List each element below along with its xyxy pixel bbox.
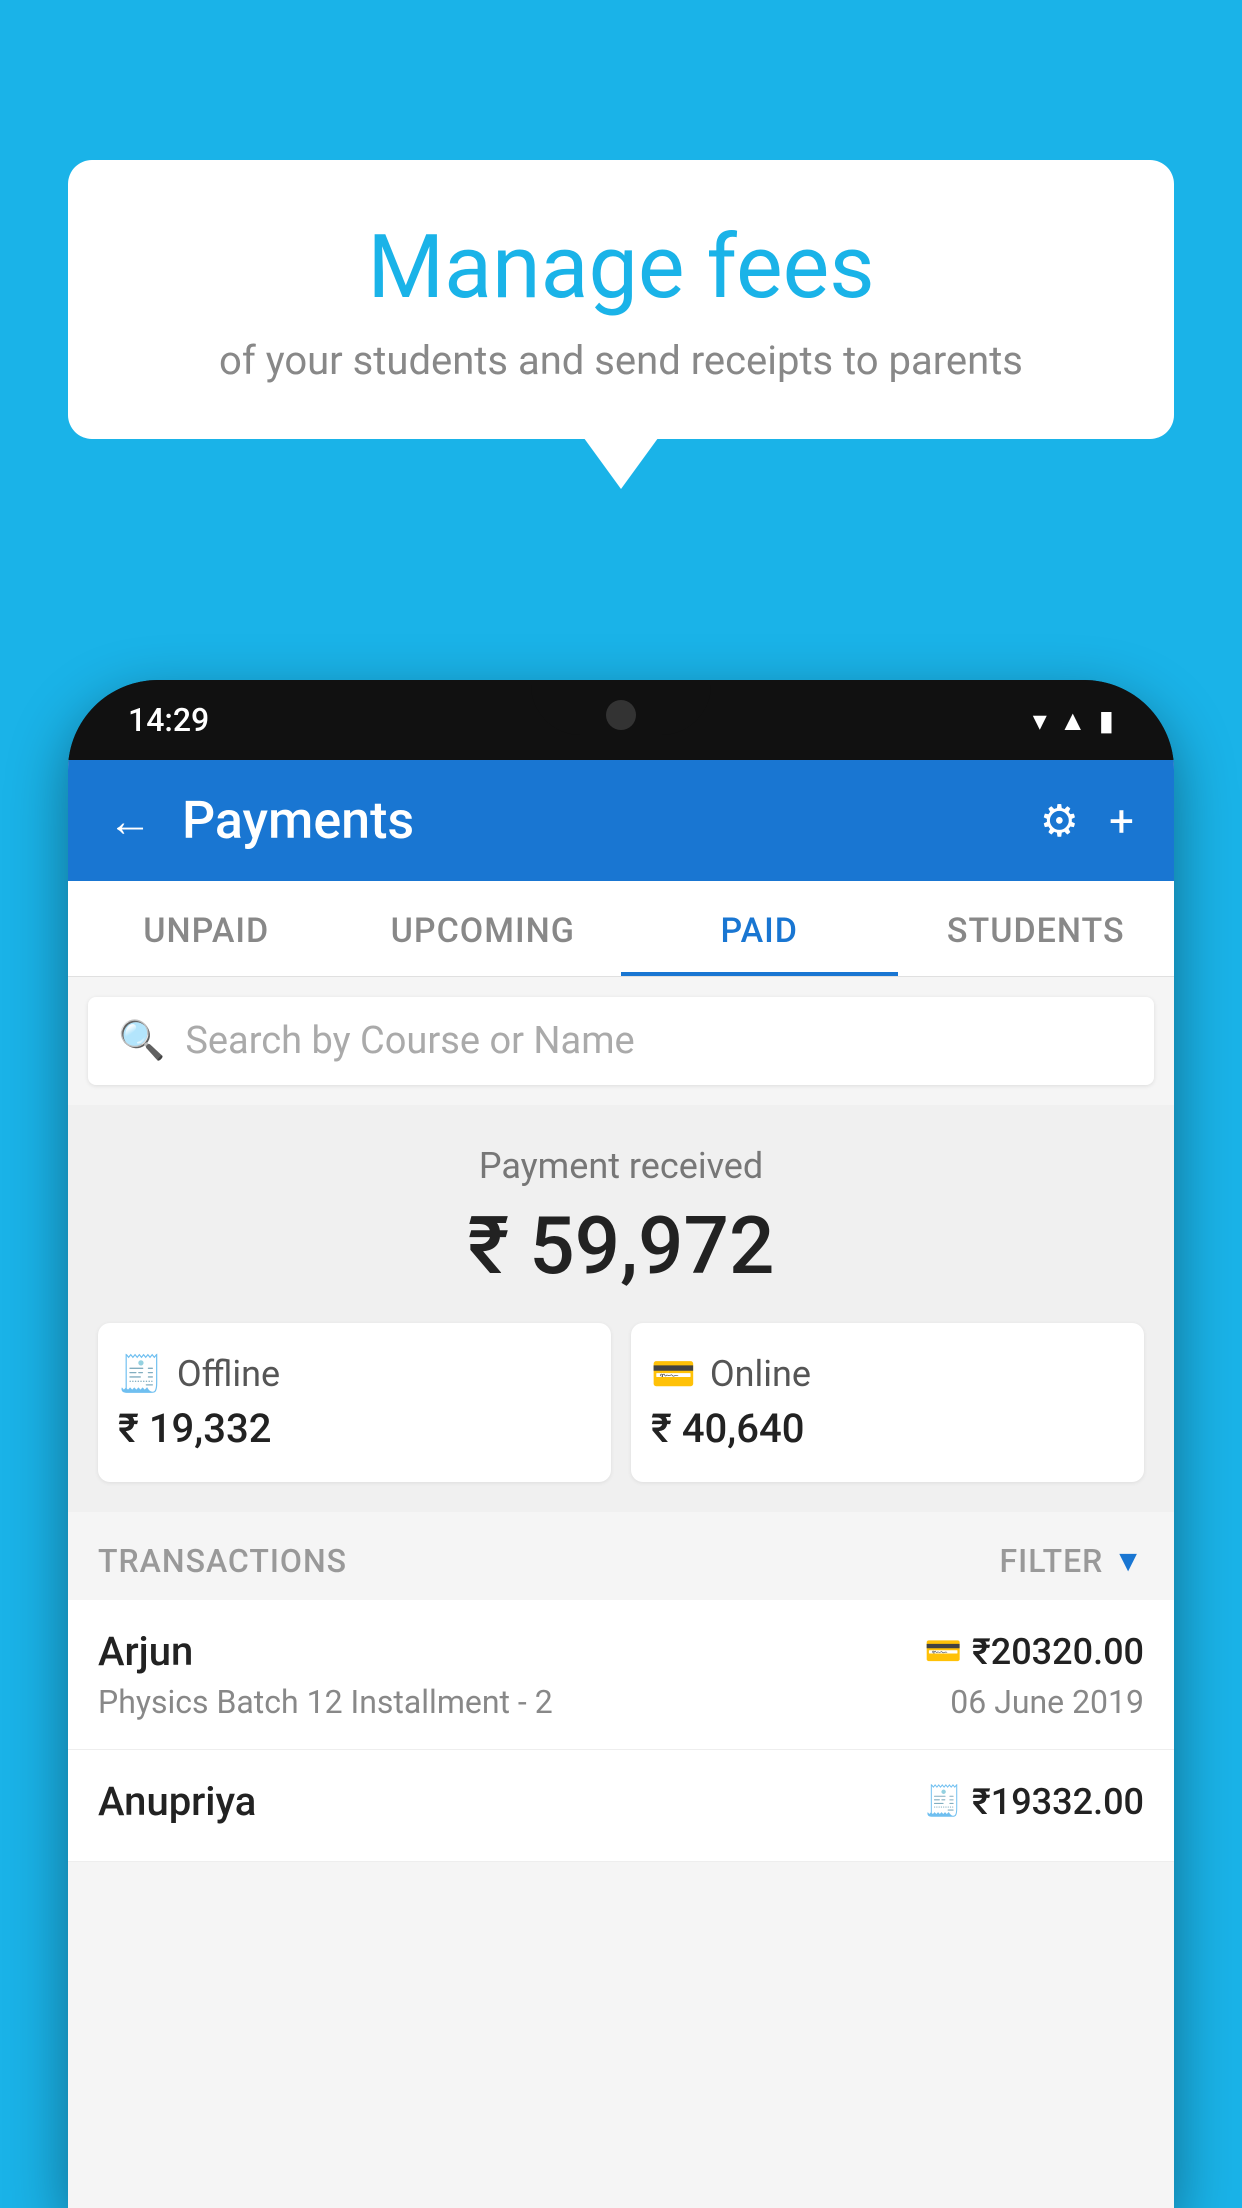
app-header: ← Payments ⚙ + — [68, 760, 1174, 881]
tab-unpaid[interactable]: UNPAID — [68, 881, 345, 976]
transaction-course: Physics Batch 12 Installment - 2 — [98, 1683, 553, 1721]
offline-payment-icon: 🧾 — [925, 1784, 962, 1819]
payment-summary: Payment received ₹ 59,972 🧾 Offline ₹ 19… — [68, 1105, 1174, 1512]
search-bar[interactable]: 🔍 Search by Course or Name — [88, 997, 1154, 1085]
transaction-amount: ₹19332.00 — [972, 1781, 1144, 1823]
app-screen: ← Payments ⚙ + UNPAID UPCOMING PAID STUD… — [68, 760, 1174, 2208]
transaction-amount: ₹20320.00 — [972, 1631, 1144, 1673]
status-bar: 14:29 ▾ ▲ ▮ — [68, 680, 1174, 760]
transactions-label: TRANSACTIONS — [98, 1542, 347, 1580]
tab-paid[interactable]: PAID — [621, 881, 898, 976]
bubble-subtitle: of your students and send receipts to pa… — [118, 337, 1124, 384]
transaction-name: Arjun — [98, 1628, 193, 1675]
offline-amount: ₹ 19,332 — [118, 1405, 271, 1452]
payment-received-label: Payment received — [88, 1145, 1154, 1187]
filter-button[interactable]: FILTER ▼ — [1000, 1542, 1145, 1580]
tabs: UNPAID UPCOMING PAID STUDENTS — [68, 881, 1174, 977]
transaction-row[interactable]: Anupriya 🧾 ₹19332.00 — [68, 1750, 1174, 1862]
online-card: 💳 Online ₹ 40,640 — [631, 1323, 1144, 1482]
wifi-icon: ▾ — [1033, 704, 1047, 737]
filter-icon: ▼ — [1113, 1544, 1144, 1579]
bubble-title: Manage fees — [118, 220, 1124, 317]
status-time: 14:29 — [128, 701, 209, 739]
filter-label: FILTER — [1000, 1542, 1104, 1580]
transaction-row[interactable]: Arjun 💳 ₹20320.00 Physics Batch 12 Insta… — [68, 1600, 1174, 1750]
transaction-name: Anupriya — [98, 1778, 256, 1825]
offline-label: Offline — [177, 1353, 280, 1395]
page-title: Payments — [182, 790, 1010, 851]
search-input[interactable]: Search by Course or Name — [185, 1019, 634, 1063]
online-amount: ₹ 40,640 — [651, 1405, 804, 1452]
settings-icon[interactable]: ⚙ — [1040, 795, 1079, 847]
tab-students[interactable]: STUDENTS — [898, 881, 1175, 976]
transaction-date: 06 June 2019 — [950, 1683, 1144, 1721]
back-button[interactable]: ← — [108, 795, 152, 847]
tab-upcoming[interactable]: UPCOMING — [345, 881, 622, 976]
status-icons: ▾ ▲ ▮ — [1033, 704, 1114, 737]
search-icon: 🔍 — [118, 1019, 165, 1063]
offline-icon: 🧾 — [118, 1353, 163, 1395]
phone-frame: 14:29 ▾ ▲ ▮ ← Payments ⚙ + UNPAID UPCOMI… — [68, 680, 1174, 2208]
online-payment-icon: 💳 — [925, 1634, 962, 1669]
add-icon[interactable]: + — [1109, 795, 1134, 847]
online-label: Online — [710, 1353, 811, 1395]
online-icon: 💳 — [651, 1353, 696, 1395]
transactions-header: TRANSACTIONS FILTER ▼ — [68, 1512, 1174, 1600]
speech-bubble: Manage fees of your students and send re… — [68, 160, 1174, 439]
payment-amount: ₹ 59,972 — [88, 1199, 1154, 1293]
camera-dot — [606, 700, 636, 730]
battery-icon: ▮ — [1099, 704, 1114, 737]
payment-cards: 🧾 Offline ₹ 19,332 💳 Online ₹ 40,640 — [98, 1323, 1144, 1482]
signal-icon: ▲ — [1059, 704, 1087, 737]
header-icons: ⚙ + — [1040, 795, 1134, 847]
offline-card: 🧾 Offline ₹ 19,332 — [98, 1323, 611, 1482]
